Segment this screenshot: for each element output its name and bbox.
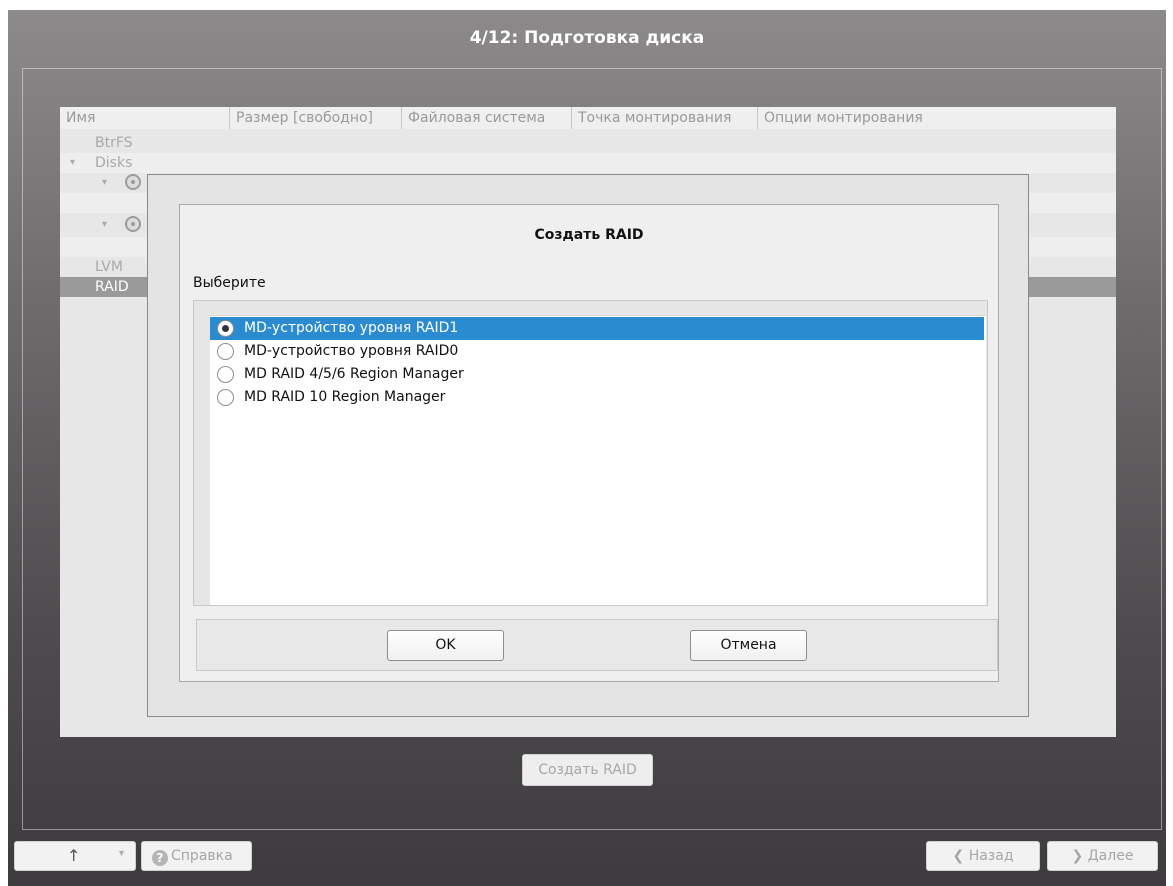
raid-option-raid456[interactable]: MD RAID 4/5/6 Region Manager <box>210 363 984 386</box>
tree-row-btrfs[interactable]: BtrFS <box>60 133 1116 153</box>
chevron-left-icon: ❮ <box>952 848 965 864</box>
create-raid-dialog: Создать RAID Выберите MD-устройство уров… <box>179 204 999 682</box>
chevron-down-icon[interactable]: ▾ <box>102 173 107 193</box>
radio-button[interactable] <box>217 389 234 406</box>
raid-option-raid10[interactable]: MD RAID 10 Region Manager <box>210 386 984 409</box>
raid-options-frame: MD-устройство уровня RAID1 MD-устройство… <box>193 300 988 606</box>
disk-icon <box>125 174 141 190</box>
tree-row-label: Disks <box>95 155 133 171</box>
option-label: MD RAID 10 Region Manager <box>244 389 446 405</box>
radio-button[interactable] <box>217 366 234 383</box>
radio-button[interactable] <box>217 320 234 337</box>
cancel-button[interactable]: Отмена <box>690 630 807 661</box>
chevron-down-icon[interactable]: ▾ <box>119 848 124 859</box>
option-label: MD-устройство уровня RAID0 <box>244 343 459 359</box>
next-button[interactable]: ❯ Далее <box>1047 841 1158 871</box>
radio-button[interactable] <box>217 343 234 360</box>
up-button[interactable]: ↑ ▾ <box>14 841 136 871</box>
column-filesystem[interactable]: Файловая система <box>402 107 572 129</box>
column-mountpoint[interactable]: Точка монтирования <box>572 107 758 129</box>
next-label: Далее <box>1087 848 1134 864</box>
arrow-up-icon: ↑ <box>67 846 81 865</box>
dialog-title: Создать RAID <box>534 227 644 243</box>
column-name[interactable]: Имя <box>60 107 230 129</box>
back-button[interactable]: ❮ Назад <box>926 841 1040 871</box>
raid-option-raid0[interactable]: MD-устройство уровня RAID0 <box>210 340 984 363</box>
tree-row-label: RAID <box>95 279 129 295</box>
tree-row-disks[interactable]: ▾ Disks <box>60 153 1116 173</box>
raid-options-list: MD-устройство уровня RAID1 MD-устройство… <box>210 315 986 605</box>
tree-row-label: BtrFS <box>95 135 133 151</box>
option-label: MD-устройство уровня RAID1 <box>244 320 459 336</box>
dialog-button-bar: OK Отмена <box>196 619 998 671</box>
create-raid-button[interactable]: Создать RAID <box>522 754 653 786</box>
help-label: Справка <box>171 848 233 864</box>
chevron-down-icon[interactable]: ▾ <box>70 153 75 173</box>
disk-icon <box>125 216 141 232</box>
help-button[interactable]: ? Справка <box>141 841 252 871</box>
option-label: MD RAID 4/5/6 Region Manager <box>244 366 464 382</box>
ok-button[interactable]: OK <box>387 630 504 661</box>
raid-option-raid1[interactable]: MD-устройство уровня RAID1 <box>210 317 984 340</box>
column-mount-options[interactable]: Опции монтирования <box>758 107 1116 129</box>
tree-row-label: LVM <box>95 259 123 275</box>
table-header: Имя Размер [свободно] Файловая система Т… <box>60 107 1116 129</box>
back-label: Назад <box>968 848 1014 864</box>
choose-label: Выберите <box>193 275 266 291</box>
chevron-right-icon: ❯ <box>1071 848 1084 864</box>
chevron-down-icon[interactable]: ▾ <box>102 215 107 235</box>
column-size[interactable]: Размер [свободно] <box>230 107 402 129</box>
help-icon: ? <box>152 850 168 866</box>
window-title: 4/12: Подготовка диска <box>469 28 705 48</box>
